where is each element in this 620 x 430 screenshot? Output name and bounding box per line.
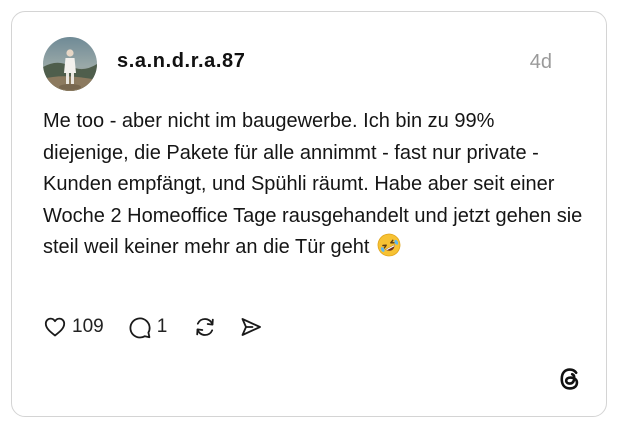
- reply-button[interactable]: 1: [128, 315, 168, 339]
- share-button[interactable]: [239, 315, 263, 339]
- username[interactable]: s.a.n.d.r.a.87: [117, 50, 245, 73]
- post-text: Me too - aber nicht im baugewerbe. Ich b…: [43, 110, 583, 258]
- send-icon: [241, 318, 262, 336]
- threads-logo-icon[interactable]: [557, 366, 583, 392]
- repost-button[interactable]: [193, 315, 217, 339]
- like-count: 109: [72, 316, 104, 337]
- comment-bubble-icon: [129, 317, 151, 339]
- rolling-laughing-emoji-icon: [377, 233, 401, 257]
- post-timestamp: 4d: [529, 51, 552, 73]
- reply-count: 1: [156, 316, 168, 337]
- heart-icon: [44, 317, 66, 337]
- post-body: Me too - aber nicht im baugewerbe. Ich b…: [43, 106, 583, 264]
- like-button[interactable]: 109: [43, 315, 104, 339]
- action-bar: 109 1: [43, 313, 263, 341]
- repost-icon: [196, 318, 214, 336]
- post-card: s.a.n.d.r.a.87 4d Me too - aber nicht im…: [11, 11, 607, 417]
- avatar-photo: [43, 37, 97, 91]
- avatar[interactable]: [43, 37, 97, 91]
